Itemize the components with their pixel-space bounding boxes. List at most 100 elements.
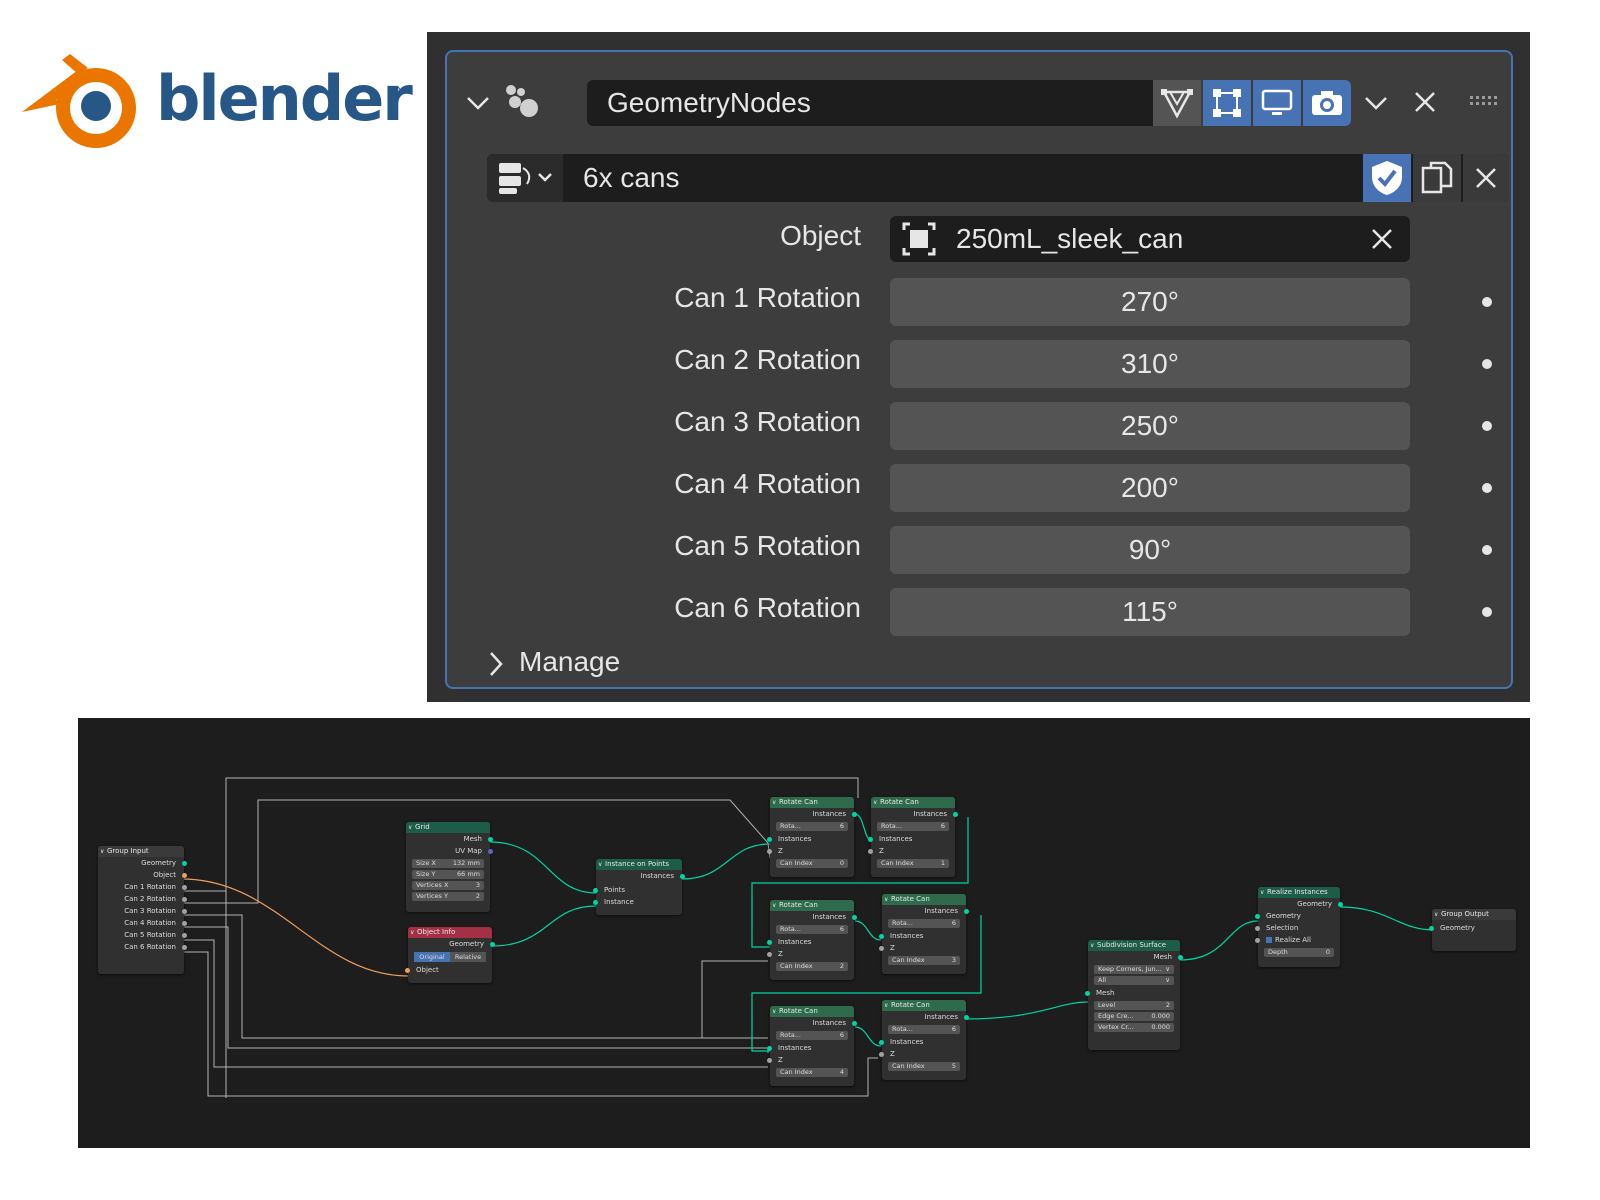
rotate-can-6-index-field[interactable]: Can Index 5 — [888, 1062, 960, 1071]
node-group-name[interactable]: 6x cans — [583, 154, 680, 202]
object-info-geometry-socket[interactable]: Geometry — [408, 938, 495, 950]
subdivision-surface-node[interactable]: Subdivision Surface Mesh Keep Corners, J… — [1085, 940, 1183, 1050]
rotate-can-node-1[interactable]: Rotate Can Instances Rota...6 Instances … — [767, 797, 857, 877]
rotate-can-5-index-field[interactable]: Can Index 4 — [776, 1068, 848, 1077]
group-input-can4-socket[interactable]: Can 4 Rotation — [98, 917, 187, 929]
subdivision-uv-smooth-dropdown[interactable]: Keep Corners, Jun... ∨ — [1094, 965, 1174, 974]
grid-node[interactable]: Grid Mesh UV Map Size X132 mm Size Y66 m… — [406, 822, 493, 912]
rotate-can-3-index-field[interactable]: Can Index 2 — [776, 962, 848, 971]
rotate-can-1-index-field[interactable]: Can Index 0 — [776, 859, 848, 868]
group-output-geometry-in[interactable]: Geometry — [1429, 922, 1516, 934]
fake-user-toggle[interactable] — [1363, 154, 1411, 202]
node-editor[interactable]: Group Input Geometry Object Can 1 Rotati… — [78, 718, 1530, 1148]
can-4-rotation-field[interactable]: 200° — [890, 464, 1410, 512]
viewport-toggle[interactable] — [1253, 80, 1301, 126]
node-group-browse-button[interactable] — [487, 154, 563, 202]
realize-selection-in[interactable]: Selection — [1255, 922, 1340, 934]
modifier-name-field[interactable]: GeometryNodes — [587, 80, 1153, 126]
object-info-object-socket[interactable]: Object — [405, 964, 492, 976]
grid-size-y-field[interactable]: Size Y 66 mm — [412, 870, 484, 879]
instance-on-points-node[interactable]: Instance on Points Instances Points Inst… — [593, 859, 685, 915]
rotate-can-4-instances-out[interactable]: Instances — [882, 905, 969, 917]
manage-subpanel-header[interactable]: Manage — [487, 642, 620, 682]
can-1-keyframe-dot-icon[interactable] — [1482, 297, 1492, 307]
group-input-can2-socket[interactable]: Can 2 Rotation — [98, 893, 187, 905]
relative-option[interactable]: Relative — [450, 952, 486, 962]
dropdown-chevron-icon[interactable] — [1353, 80, 1399, 126]
rotate-can-node-5[interactable]: Rotate Can Instances Rota...6 Instances … — [767, 1006, 857, 1086]
subdivision-mesh-out[interactable]: Mesh — [1088, 951, 1183, 963]
rotate-can-1-z-in[interactable]: Z — [767, 845, 854, 857]
collapse-chevron-icon[interactable] — [463, 88, 493, 118]
can-5-rotation-field[interactable]: 90° — [890, 526, 1410, 574]
subdivision-edge-crease-field[interactable]: Edge Cre... 0.000 — [1094, 1012, 1174, 1021]
rotate-can-6-instances-in[interactable]: Instances — [879, 1036, 966, 1048]
grid-uvmap-socket[interactable]: UV Map — [406, 845, 493, 857]
rotate-can-5-instances-out[interactable]: Instances — [770, 1017, 857, 1029]
rotate-can-2-instances-in[interactable]: Instances — [868, 833, 955, 845]
group-input-can6-socket[interactable]: Can 6 Rotation — [98, 941, 187, 953]
group-input-object-socket[interactable]: Object — [98, 869, 187, 881]
rotate-can-3-instances-in[interactable]: Instances — [767, 936, 854, 948]
subdivision-mesh-in[interactable]: Mesh — [1085, 987, 1180, 999]
subdivision-vertex-crease-field[interactable]: Vertex Cr... 0.000 — [1094, 1023, 1174, 1032]
grid-mesh-socket[interactable]: Mesh — [406, 833, 493, 845]
grid-vertices-y-field[interactable]: Vertices Y2 — [412, 892, 484, 901]
grid-vertices-x-field[interactable]: Vertices X3 — [412, 881, 484, 890]
group-input-can5-socket[interactable]: Can 5 Rotation — [98, 929, 187, 941]
object-field[interactable]: 250mL_sleek_can — [890, 216, 1410, 262]
group-input-geometry-socket[interactable]: Geometry — [98, 857, 187, 869]
rotate-can-6-group-selector[interactable]: Rota... 6 — [888, 1025, 960, 1034]
can-2-keyframe-dot-icon[interactable] — [1482, 359, 1492, 369]
can-5-keyframe-dot-icon[interactable] — [1482, 545, 1492, 555]
edit-mode-toggle[interactable] — [1203, 80, 1251, 126]
group-input-node[interactable]: Group Input Geometry Object Can 1 Rotati… — [98, 846, 187, 974]
rotate-can-node-3[interactable]: Rotate Can Instances Rota...6 Instances … — [767, 900, 857, 980]
rotate-can-5-instances-in[interactable]: Instances — [767, 1042, 854, 1054]
realize-all-checkbox[interactable]: Realize All — [1255, 934, 1340, 946]
rotate-can-2-instances-out[interactable]: Instances — [871, 808, 958, 820]
rotate-can-4-index-field[interactable]: Can Index 3 — [888, 956, 960, 965]
group-output-node[interactable]: Group Output Geometry — [1429, 909, 1516, 951]
rotate-can-5-group-selector[interactable]: Rota... 6 — [776, 1031, 848, 1040]
rotate-can-4-group-selector[interactable]: Rota... 6 — [888, 919, 960, 928]
rotate-can-1-instances-in[interactable]: Instances — [767, 833, 854, 845]
rotate-can-3-group-selector[interactable]: Rota... 6 — [776, 925, 848, 934]
iop-instances-socket[interactable]: Instances — [596, 870, 685, 882]
rotate-can-2-z-in[interactable]: Z — [868, 845, 955, 857]
group-input-can3-socket[interactable]: Can 3 Rotation — [98, 905, 187, 917]
drag-handle-icon[interactable] — [1465, 86, 1501, 116]
edit-mode-cage-toggle[interactable] — [1153, 80, 1201, 126]
clear-object-close-icon[interactable] — [1370, 227, 1394, 251]
original-option[interactable]: Original — [414, 952, 450, 962]
unlink-node-group-close-icon[interactable] — [1463, 154, 1509, 202]
subdivision-boundary-dropdown[interactable]: All ∨ — [1094, 976, 1174, 985]
realize-depth-field[interactable]: Depth 0 — [1264, 948, 1334, 957]
can-3-rotation-field[interactable]: 250° — [890, 402, 1410, 450]
remove-modifier-close-icon[interactable] — [1407, 84, 1443, 120]
can-1-rotation-field[interactable]: 270° — [890, 278, 1410, 326]
rotate-can-2-group-selector[interactable]: Rota... 6 — [877, 822, 949, 831]
can-6-keyframe-dot-icon[interactable] — [1482, 607, 1492, 617]
can-6-rotation-field[interactable]: 115° — [890, 588, 1410, 636]
rotate-can-4-instances-in[interactable]: Instances — [879, 930, 966, 942]
rotate-can-5-z-in[interactable]: Z — [767, 1054, 854, 1066]
render-toggle[interactable] — [1303, 80, 1351, 126]
group-input-can1-socket[interactable]: Can 1 Rotation — [98, 881, 187, 893]
can-2-rotation-field[interactable]: 310° — [890, 340, 1410, 388]
can-3-keyframe-dot-icon[interactable] — [1482, 421, 1492, 431]
rotate-can-6-instances-out[interactable]: Instances — [882, 1011, 969, 1023]
rotate-can-2-index-field[interactable]: Can Index 1 — [877, 859, 949, 868]
rotate-can-3-instances-out[interactable]: Instances — [770, 911, 857, 923]
rotate-can-node-4[interactable]: Rotate Can Instances Rota...6 Instances … — [879, 894, 969, 974]
rotate-can-1-group-selector[interactable]: Rota... 6 — [776, 822, 848, 831]
subdivision-level-field[interactable]: Level 2 — [1094, 1001, 1174, 1010]
realize-geometry-out[interactable]: Geometry — [1258, 898, 1343, 910]
duplicate-node-group-button[interactable] — [1413, 154, 1461, 202]
realize-instances-node[interactable]: Realize Instances Geometry Geometry Sele… — [1255, 887, 1343, 967]
rotate-can-6-z-in[interactable]: Z — [879, 1048, 966, 1060]
iop-instance-socket[interactable]: Instance — [593, 896, 682, 908]
object-info-node[interactable]: Object Info Geometry Original Relative O… — [405, 927, 495, 983]
rotate-can-node-2[interactable]: Rotate Can Instances Rota...6 Instances … — [868, 797, 958, 877]
iop-points-socket[interactable]: Points — [593, 884, 682, 896]
